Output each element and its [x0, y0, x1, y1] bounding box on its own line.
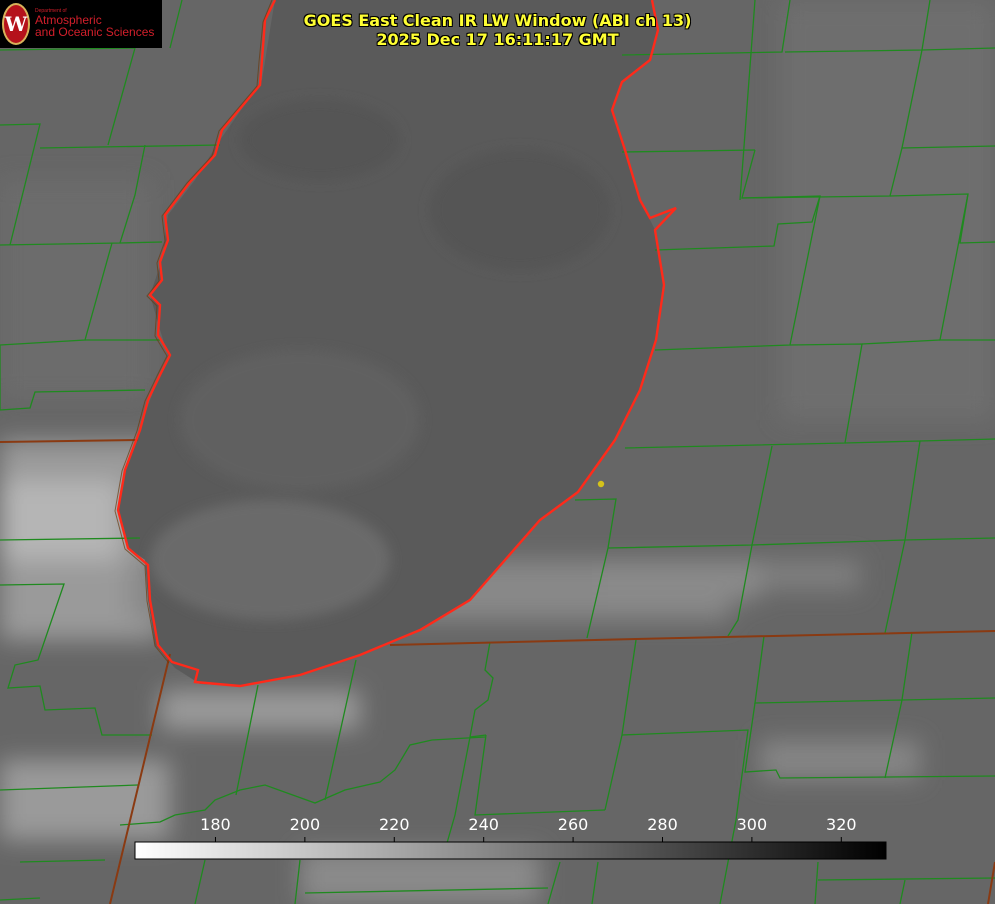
station-marker [597, 480, 605, 488]
colorbar-tick-label: 320 [826, 815, 857, 834]
colorbar-tick-label: 180 [200, 815, 231, 834]
image-title: GOES East Clean IR LW Window (ABI ch 13) [303, 11, 692, 30]
image-timestamp: 2025 Dec 17 16:11:17 GMT [376, 30, 619, 49]
colorbar-tick-label: 220 [378, 815, 410, 834]
colorbar-tick-label: 260 [557, 815, 589, 834]
colorbar-tick-label: 240 [468, 815, 499, 834]
colorbar-tick-label: 280 [647, 815, 678, 834]
colorbar-tick-label: 300 [736, 815, 768, 834]
colorbar-tick-label: 200 [289, 815, 321, 834]
colorbar-gradient [134, 841, 887, 860]
satellite-map [0, 0, 995, 904]
